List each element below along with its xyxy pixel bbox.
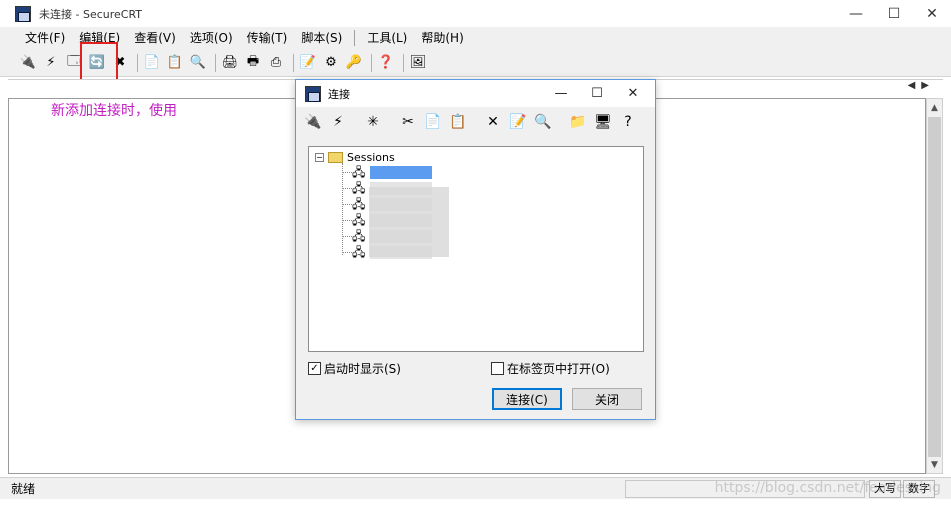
toolbar-separator bbox=[137, 53, 138, 72]
tab-scroll-arrows[interactable]: ◀▶ bbox=[908, 80, 935, 91]
paste-icon[interactable]: 📋 bbox=[447, 111, 469, 133]
session-icon: 🖧 bbox=[352, 181, 366, 195]
scroll-down-icon[interactable]: ▼ bbox=[927, 456, 942, 473]
menu-transfer[interactable]: 传输(T) bbox=[240, 27, 295, 49]
menu-options[interactable]: 选项(O) bbox=[183, 27, 240, 49]
copy-icon[interactable]: 📄 bbox=[142, 53, 162, 73]
checkbox-unchecked-icon[interactable] bbox=[491, 362, 504, 375]
disconnect-icon[interactable]: ✖ bbox=[110, 53, 130, 73]
new-session-icon[interactable]: ✳ bbox=[362, 111, 384, 133]
desktop-shortcut-icon[interactable]: 🖥 bbox=[592, 111, 614, 133]
session-options-icon[interactable]: 📝 bbox=[298, 53, 318, 73]
session-label-selected bbox=[370, 166, 432, 179]
new-folder-icon[interactable]: 📁 bbox=[567, 111, 589, 133]
menu-separator bbox=[354, 30, 356, 46]
quick-connect-icon[interactable]: ⚡ bbox=[327, 111, 349, 133]
menu-help[interactable]: 帮助(H) bbox=[414, 27, 470, 49]
reconnect-icon[interactable]: 🔄 bbox=[87, 53, 107, 73]
menu-tools[interactable]: 工具(L) bbox=[360, 27, 414, 49]
open-in-tab-checkbox[interactable]: 在标签页中打开(O) bbox=[491, 360, 610, 377]
collapse-icon[interactable]: − bbox=[315, 153, 324, 162]
menu-view[interactable]: 查看(V) bbox=[127, 27, 183, 49]
delete-icon[interactable]: ✕ bbox=[482, 111, 504, 133]
dialog-window-controls: — ☐ ✕ bbox=[543, 80, 651, 107]
connect-in-tab-icon[interactable]: 🗔 bbox=[64, 53, 84, 73]
cut-icon[interactable]: ✂ bbox=[397, 111, 419, 133]
toolbar-separator bbox=[215, 53, 216, 72]
print-setup-icon[interactable]: ⎙ bbox=[266, 53, 286, 73]
connect-dialog: 连接 — ☐ ✕ 🔌 ⚡ ✳ ✂ 📄 📋 ✕ 📝 🔍 📁 🖥 ? − Sessi… bbox=[295, 79, 656, 420]
scroll-thumb[interactable] bbox=[928, 117, 941, 457]
list-item[interactable]: 🖧 bbox=[342, 166, 432, 179]
print-selection-icon[interactable]: 🖶 bbox=[243, 53, 263, 73]
vertical-scrollbar[interactable]: ▲ ▼ bbox=[926, 98, 943, 474]
menu-file[interactable]: 文件(F) bbox=[18, 27, 72, 49]
dialog-toolbar: 🔌 ⚡ ✳ ✂ 📄 📋 ✕ 📝 🔍 📁 🖥 ? bbox=[296, 107, 655, 137]
main-toolbar: 🔌 ⚡ 🗔 🔄 ✖ 📄 📋 🔍 🖨 🖶 ⎙ 📝 ⚙ 🔑 ❓ 🖼 bbox=[0, 49, 951, 77]
folder-icon bbox=[328, 152, 343, 163]
show-on-startup-checkbox[interactable]: ✓ 启动时显示(S) bbox=[308, 360, 401, 377]
toolbar-separator bbox=[371, 53, 372, 72]
close-button[interactable]: ✕ bbox=[913, 0, 951, 27]
annotation-text: 新添加连接时，使用 bbox=[51, 103, 177, 119]
help-icon[interactable]: ? bbox=[617, 111, 639, 133]
tree-root[interactable]: − Sessions bbox=[315, 151, 395, 164]
properties-icon[interactable]: 📝 bbox=[507, 111, 529, 133]
window-title: 未连接 - SecureCRT bbox=[39, 7, 143, 21]
print-icon[interactable]: 🖨 bbox=[220, 53, 240, 73]
status-ready: 就绪 bbox=[11, 482, 36, 496]
checkbox-checked-icon[interactable]: ✓ bbox=[308, 362, 321, 375]
help-icon[interactable]: ❓ bbox=[376, 53, 396, 73]
open-in-tab-label: 在标签页中打开(O) bbox=[507, 362, 610, 376]
find-icon[interactable]: 🔍 bbox=[532, 111, 554, 133]
dialog-title: 连接 bbox=[328, 87, 350, 101]
session-icon: 🖧 bbox=[352, 213, 366, 227]
menu-edit[interactable]: 编辑(E) bbox=[72, 27, 127, 49]
minimize-button[interactable]: — bbox=[837, 0, 875, 27]
dialog-app-icon bbox=[305, 85, 321, 102]
toolbar-separator bbox=[293, 53, 294, 72]
connect-icon[interactable]: 🔌 bbox=[18, 53, 38, 73]
window-controls: — ☐ ✕ bbox=[837, 0, 951, 27]
watermark: https://blog.csdn.net/fearlesslng bbox=[714, 480, 941, 496]
menu-script[interactable]: 脚本(S) bbox=[294, 27, 349, 49]
find-icon[interactable]: 🔍 bbox=[188, 53, 208, 73]
tree-root-label: Sessions bbox=[347, 151, 395, 164]
copy-icon[interactable]: 📄 bbox=[422, 111, 444, 133]
securecrt-app-icon bbox=[15, 5, 31, 22]
maximize-button[interactable]: ☐ bbox=[875, 0, 913, 27]
quick-connect-icon[interactable]: ⚡ bbox=[41, 53, 61, 73]
session-tree[interactable]: − Sessions 🖧 🖧 🖧 🖧 🖧 🖧 bbox=[308, 146, 644, 352]
dialog-maximize-button[interactable]: ☐ bbox=[579, 80, 615, 107]
dialog-minimize-button[interactable]: — bbox=[543, 80, 579, 107]
session-icon: 🖧 bbox=[352, 165, 366, 179]
dialog-options: ✓ 启动时显示(S) 在标签页中打开(O) bbox=[308, 360, 644, 376]
dialog-close-action-button[interactable]: 关闭 bbox=[572, 388, 642, 410]
sftp-icon[interactable]: 🖼 bbox=[408, 53, 428, 73]
dialog-title-bar: 连接 — ☐ ✕ bbox=[296, 80, 655, 107]
menu-bar: 文件(F) 编辑(E) 查看(V) 选项(O) 传输(T) 脚本(S) 工具(L… bbox=[0, 27, 951, 49]
show-on-startup-label: 启动时显示(S) bbox=[324, 362, 401, 376]
session-icon: 🖧 bbox=[352, 197, 366, 211]
session-icon: 🖧 bbox=[352, 245, 366, 259]
redaction-blur bbox=[369, 187, 449, 257]
session-icon: 🖧 bbox=[352, 229, 366, 243]
paste-icon[interactable]: 📋 bbox=[165, 53, 185, 73]
keymap-icon[interactable]: 🔑 bbox=[344, 53, 364, 73]
scroll-up-icon[interactable]: ▲ bbox=[927, 99, 942, 116]
global-options-icon[interactable]: ⚙ bbox=[321, 53, 341, 73]
title-bar: 未连接 - SecureCRT — ☐ ✕ bbox=[0, 0, 951, 27]
dialog-close-button[interactable]: ✕ bbox=[615, 80, 651, 107]
connect-icon[interactable]: 🔌 bbox=[302, 111, 324, 133]
connect-button[interactable]: 连接(C) bbox=[492, 388, 562, 410]
toolbar-separator bbox=[403, 53, 404, 72]
